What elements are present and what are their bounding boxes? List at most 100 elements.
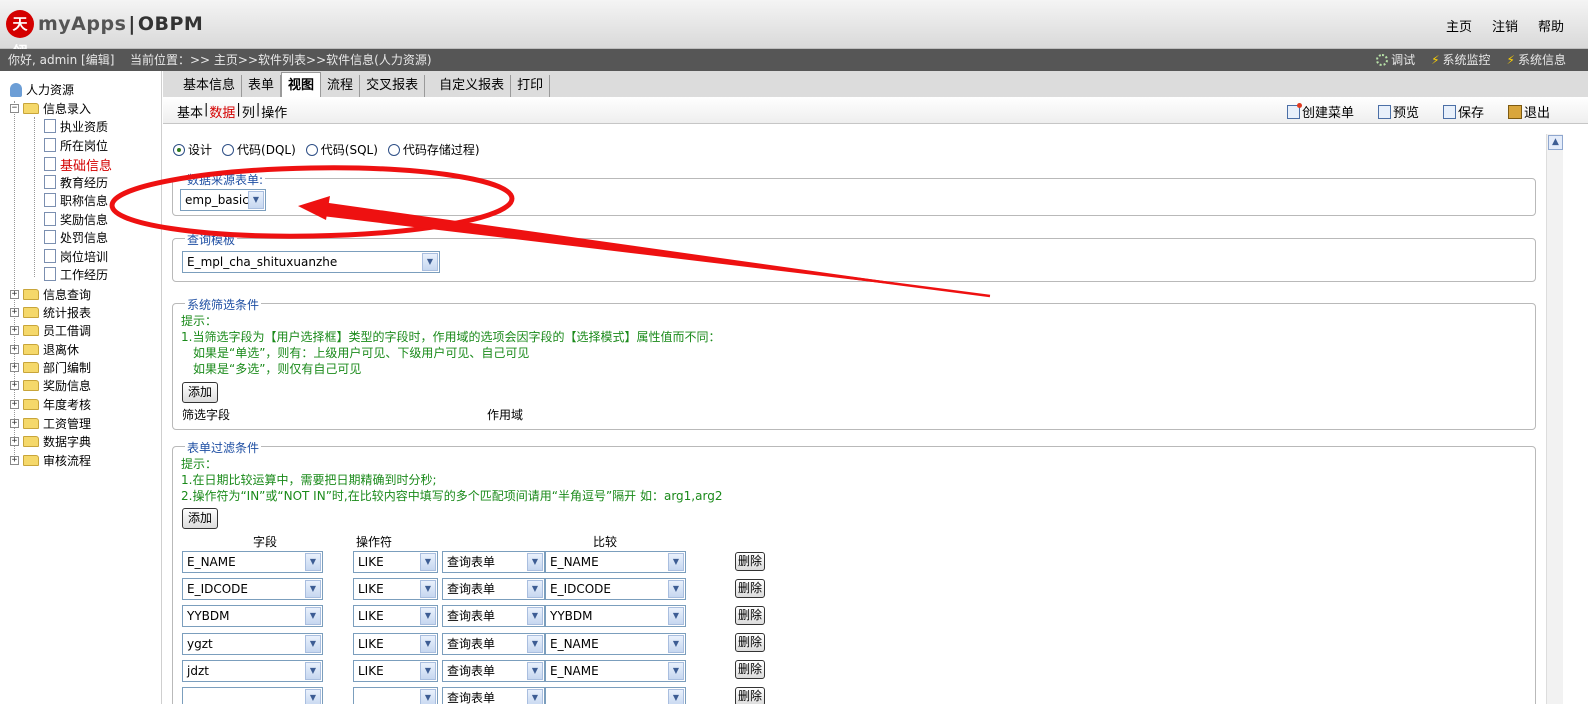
- filter-source-select[interactable]: 查询表单 ▼: [442, 633, 545, 655]
- filter-source-select[interactable]: 查询表单 ▼: [442, 660, 545, 682]
- save-button[interactable]: 保存: [1442, 102, 1484, 121]
- collapse-icon[interactable]: −: [10, 103, 19, 113]
- system-filter-legend: 系统筛选条件: [185, 296, 262, 313]
- sidebar-folder[interactable]: + 部门编制: [10, 358, 91, 376]
- delete-row-button[interactable]: 删除: [735, 579, 765, 598]
- filter-field-select[interactable]: YYBDM ▼: [182, 605, 323, 627]
- expand-icon[interactable]: +: [10, 418, 19, 428]
- exit-button[interactable]: 退出: [1507, 102, 1550, 121]
- tab-basic-info[interactable]: 基本信息: [177, 75, 243, 97]
- user-greeting[interactable]: 你好, admin [编辑]: [8, 49, 114, 71]
- filter-source-select[interactable]: 查询表单 ▼: [442, 687, 545, 704]
- filter-source-select[interactable]: 查询表单 ▼: [442, 605, 545, 627]
- sidebar-leaf[interactable]: 职称信息: [44, 191, 108, 209]
- expand-icon[interactable]: +: [10, 325, 19, 335]
- filter-field-select[interactable]: E_NAME ▼: [182, 551, 323, 573]
- expand-icon[interactable]: +: [10, 289, 19, 299]
- create-menu-button[interactable]: 创建菜单: [1286, 102, 1354, 121]
- filter-source-select[interactable]: 查询表单 ▼: [442, 578, 545, 600]
- filter-compare-select[interactable]: E_NAME ▼: [545, 633, 686, 655]
- debug-button[interactable]: 调试: [1376, 49, 1415, 71]
- column-header-compare: 比较: [593, 535, 618, 549]
- tab-form[interactable]: 表单: [242, 75, 282, 97]
- vertical-scrollbar[interactable]: ▲: [1546, 134, 1563, 704]
- sidebar-leaf[interactable]: 所在岗位: [44, 136, 108, 154]
- sidebar-leaf[interactable]: 处罚信息: [44, 228, 108, 246]
- expand-icon[interactable]: +: [10, 380, 19, 390]
- subtab-basic[interactable]: 基本: [177, 102, 203, 121]
- expand-icon[interactable]: +: [10, 399, 19, 409]
- radio-sql[interactable]: 代码(SQL): [305, 141, 378, 158]
- filter-compare-select[interactable]: E_NAME ▼: [545, 551, 686, 573]
- tab-view[interactable]: 视图: [281, 72, 322, 97]
- expand-icon[interactable]: +: [10, 307, 19, 317]
- expand-icon[interactable]: +: [10, 362, 19, 372]
- filter-operator-select[interactable]: ▼: [353, 687, 438, 704]
- logout-link[interactable]: 注销: [1492, 16, 1518, 35]
- filter-source-select[interactable]: 查询表单 ▼: [442, 551, 545, 573]
- delete-row-button[interactable]: 删除: [735, 687, 765, 704]
- filter-operator-select[interactable]: LIKE ▼: [353, 605, 438, 627]
- tab-custom-report[interactable]: 自定义报表: [433, 75, 512, 97]
- filter-operator-select[interactable]: LIKE ▼: [353, 578, 438, 600]
- chevron-down-icon: ▼: [668, 635, 684, 653]
- filter-field-select[interactable]: E_IDCODE ▼: [182, 578, 323, 600]
- sidebar-folder[interactable]: + 审核流程: [10, 451, 91, 469]
- tree-root[interactable]: 人力资源: [10, 81, 74, 98]
- query-template-select[interactable]: E_mpl_cha_shituxuanzhe ▼: [182, 251, 440, 273]
- add-form-filter-button[interactable]: 添加: [182, 508, 218, 529]
- sidebar-leaf-active[interactable]: 基础信息: [44, 155, 112, 174]
- filter-field-select[interactable]: ▼: [182, 687, 323, 704]
- filter-compare-select[interactable]: E_IDCODE ▼: [545, 578, 686, 600]
- delete-row-button[interactable]: 删除: [735, 660, 765, 679]
- filter-operator-select[interactable]: LIKE ▼: [353, 633, 438, 655]
- delete-row-button[interactable]: 删除: [735, 552, 765, 571]
- chevron-down-icon: ▼: [668, 607, 684, 625]
- sidebar-folder[interactable]: + 年度考核: [10, 395, 91, 413]
- datasource-select[interactable]: emp_basic ▼: [180, 189, 266, 211]
- system-monitor-button[interactable]: ⚡ 系统监控: [1431, 49, 1490, 71]
- filter-compare-select[interactable]: ▼: [545, 687, 686, 704]
- subtab-column[interactable]: 列: [242, 102, 255, 121]
- sidebar-folder[interactable]: + 统计报表: [10, 303, 91, 321]
- expand-icon[interactable]: +: [10, 436, 19, 446]
- scroll-up-icon[interactable]: ▲: [1548, 135, 1563, 150]
- subtab-operation[interactable]: 操作: [261, 102, 287, 121]
- sidebar-leaf[interactable]: 奖励信息: [44, 210, 108, 228]
- sidebar-leaf[interactable]: 教育经历: [44, 173, 108, 191]
- sidebar-folder[interactable]: + 信息查询: [10, 285, 91, 303]
- tab-cross-report[interactable]: 交叉报表: [360, 75, 426, 97]
- add-system-filter-button[interactable]: 添加: [182, 382, 218, 403]
- sidebar-folder[interactable]: + 奖励信息: [10, 376, 91, 394]
- filter-compare-select[interactable]: E_NAME ▼: [545, 660, 686, 682]
- preview-button[interactable]: 预览: [1377, 102, 1419, 121]
- expand-icon[interactable]: +: [10, 455, 19, 465]
- sidebar-leaf[interactable]: 工作经历: [44, 265, 108, 283]
- filter-field-select[interactable]: ygzt ▼: [182, 633, 323, 655]
- filter-operator-select[interactable]: LIKE ▼: [353, 660, 438, 682]
- tab-flow[interactable]: 流程: [321, 75, 361, 97]
- system-info-button[interactable]: ⚡ 系统信息: [1507, 49, 1566, 71]
- delete-row-button[interactable]: 删除: [735, 633, 765, 652]
- filter-compare-select[interactable]: YYBDM ▼: [545, 605, 686, 627]
- delete-row-button[interactable]: 删除: [735, 606, 765, 625]
- filter-field-select[interactable]: jdzt ▼: [182, 660, 323, 682]
- sidebar-leaf[interactable]: 执业资质: [44, 117, 108, 135]
- sidebar-leaf[interactable]: 岗位培训: [44, 247, 108, 265]
- radio-procedure[interactable]: 代码存储过程): [387, 141, 480, 158]
- filter-operator-select[interactable]: LIKE ▼: [353, 551, 438, 573]
- sub-toolbar: 基本 | 数据 | 列 | 操作 创建菜单 预览 保存 退出: [163, 97, 1588, 124]
- leaf-label: 奖励信息: [60, 212, 109, 227]
- radio-design[interactable]: 设计: [173, 141, 212, 158]
- subtab-data[interactable]: 数据: [209, 102, 235, 121]
- sidebar-folder[interactable]: + 数据字典: [10, 432, 91, 450]
- sidebar-folder-info-entry[interactable]: − 信息录入: [10, 99, 91, 117]
- sidebar-folder[interactable]: + 工资管理: [10, 414, 91, 432]
- tab-print[interactable]: 打印: [511, 75, 551, 97]
- sidebar-folder[interactable]: + 退离休: [10, 340, 79, 358]
- sidebar-folder[interactable]: + 员工借调: [10, 321, 91, 339]
- expand-icon[interactable]: +: [10, 344, 19, 354]
- home-link[interactable]: 主页: [1446, 16, 1472, 35]
- radio-dql[interactable]: 代码(DQL): [222, 141, 296, 158]
- help-link[interactable]: 帮助: [1538, 16, 1564, 35]
